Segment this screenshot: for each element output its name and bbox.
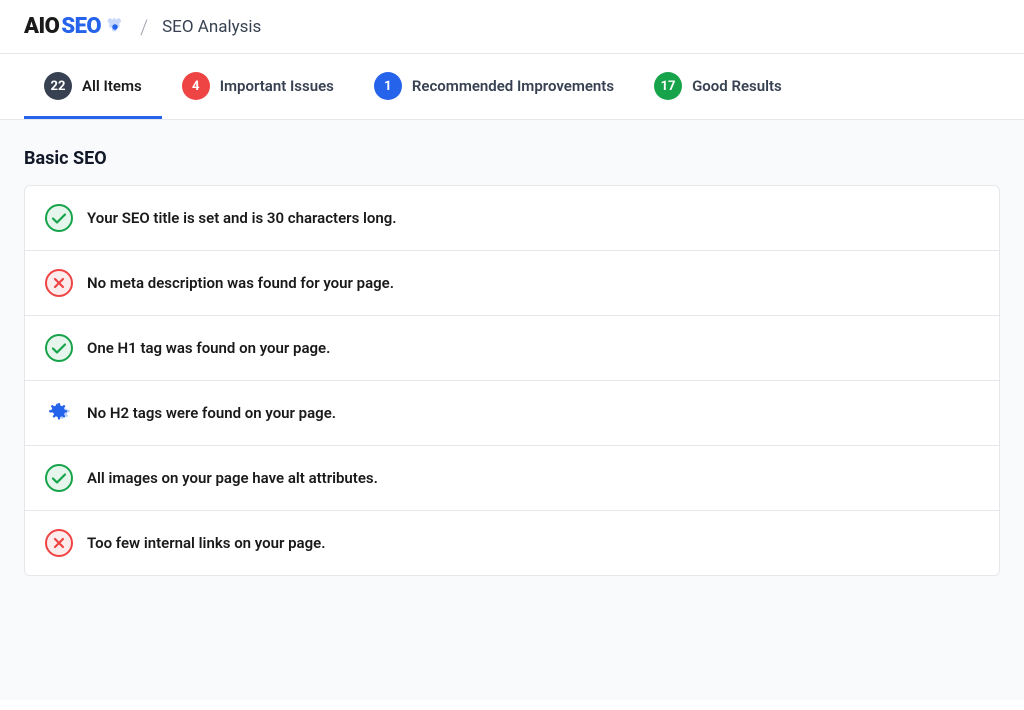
logo-gear-icon <box>104 16 126 38</box>
tab-badge-important-issues: 4 <box>182 72 210 100</box>
seo-item-text-h2-tag: No H2 tags were found on your page. <box>87 404 336 422</box>
tab-all-items[interactable]: 22 All Items <box>24 54 162 119</box>
seo-item-h2-tag: No H2 tags were found on your page. <box>25 381 999 446</box>
main-content: Basic SEO Your SEO title is set and is 3… <box>0 120 1024 700</box>
seo-item-seo-title: Your SEO title is set and is 30 characte… <box>25 186 999 251</box>
seo-item-text-seo-title: Your SEO title is set and is 30 characte… <box>87 209 397 227</box>
tab-badge-recommended-improvements: 1 <box>374 72 402 100</box>
seo-item-text-h1-tag: One H1 tag was found on your page. <box>87 339 330 357</box>
section-title: Basic SEO <box>24 148 1000 169</box>
header-divider: / <box>140 15 148 39</box>
tab-good-results[interactable]: 17 Good Results <box>634 54 802 119</box>
seo-items-list: Your SEO title is set and is 30 characte… <box>24 185 1000 576</box>
seo-item-images-alt: All images on your page have alt attribu… <box>25 446 999 511</box>
error-icon <box>45 269 73 297</box>
seo-item-text-internal-links: Too few internal links on your page. <box>87 534 325 552</box>
tabs-bar: 22 All Items 4 Important Issues 1 Recommended… <box>0 54 1024 120</box>
header-title: SEO Analysis <box>162 17 261 37</box>
seo-item-meta-desc: No meta description was found for your p… <box>25 251 999 316</box>
tab-badge-all-items: 22 <box>44 72 72 100</box>
seo-item-text-images-alt: All images on your page have alt attribu… <box>87 469 378 487</box>
check-icon <box>45 334 73 362</box>
logo-aio-text: AIO <box>24 14 59 39</box>
check-icon <box>45 204 73 232</box>
tab-label-important-issues: Important Issues <box>220 77 334 95</box>
header: AIOSEO / SEO Analysis <box>0 0 1024 54</box>
seo-item-text-meta-desc: No meta description was found for your p… <box>87 274 394 292</box>
check-icon <box>45 464 73 492</box>
error-icon <box>45 529 73 557</box>
tab-important-issues[interactable]: 4 Important Issues <box>162 54 354 119</box>
logo: AIOSEO <box>24 14 126 39</box>
seo-item-internal-links: Too few internal links on your page. <box>25 511 999 575</box>
tab-badge-good-results: 17 <box>654 72 682 100</box>
logo-seo-text: SEO <box>61 14 101 39</box>
tab-label-recommended-improvements: Recommended Improvements <box>412 77 614 95</box>
tab-recommended-improvements[interactable]: 1 Recommended Improvements <box>354 54 634 119</box>
seo-item-h1-tag: One H1 tag was found on your page. <box>25 316 999 381</box>
tab-label-good-results: Good Results <box>692 77 782 95</box>
gear-icon <box>45 399 73 427</box>
tab-label-all-items: All Items <box>82 77 142 95</box>
